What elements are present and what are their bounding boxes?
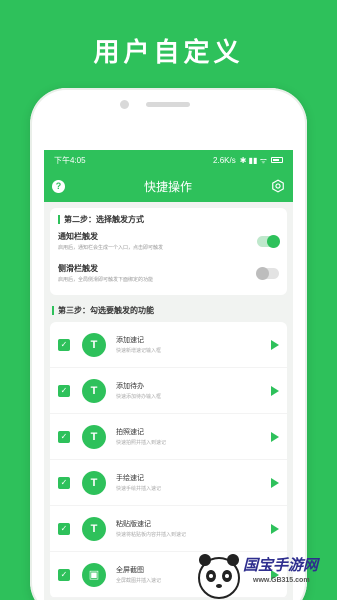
toggle-knob — [256, 266, 269, 280]
section-marker — [58, 215, 60, 224]
checkbox-checked[interactable]: ✓ — [58, 338, 70, 351]
note-icon: T — [82, 516, 106, 541]
function-row[interactable]: ✓ T 添加速记快速新增速记输入框 — [50, 322, 287, 368]
function-desc: 快速添加待办输入框 — [116, 394, 162, 400]
trigger-method-card: 第二步：选择触发方式 通知栏触发 启用后，通知栏会生成一个入口，点击即可触发 侧… — [50, 208, 287, 295]
hero-title: 用户自定义 — [93, 37, 244, 67]
option-notification[interactable]: 通知栏触发 启用后，通知栏会生成一个入口，点击即可触发 — [58, 225, 280, 257]
step3-title: 第三步：勾选要触发的功能 — [44, 295, 293, 322]
function-title: 拍照速记 — [116, 429, 144, 436]
option-desc: 启用后，通知栏会生成一个入口，点击即可触发 — [58, 245, 164, 251]
toggle-knob — [267, 234, 280, 248]
note-icon: T — [82, 332, 106, 357]
function-desc: 快速将粘贴板内容并插入到速记 — [116, 532, 187, 538]
checkbox-checked[interactable]: ✓ — [58, 522, 70, 535]
status-bar: 下午4:05 2.6K/s ✱ ▮▮ ᯤ — [44, 150, 293, 170]
function-row[interactable]: ✓ T 粘贴版速记快速将粘贴板内容并插入到速记 — [50, 506, 287, 552]
function-title: 添加速记 — [116, 337, 144, 344]
notification-toggle[interactable] — [257, 234, 280, 248]
phone-screen: 下午4:05 2.6K/s ✱ ▮▮ ᯤ ? 快捷操作 第二步：选择触发方式 通… — [44, 150, 293, 600]
status-icons: ✱ ▮▮ ᯤ — [239, 155, 267, 165]
sidebar-toggle[interactable] — [256, 266, 279, 280]
note-icon: T — [82, 378, 106, 403]
play-icon[interactable] — [271, 339, 279, 350]
option-desc: 启用后，全局侧滑即可触发下面绑定的功能 — [58, 277, 154, 283]
page-title: 快捷操作 — [143, 179, 192, 194]
battery-icon — [271, 157, 283, 163]
gear-icon[interactable] — [271, 179, 285, 193]
function-desc: 快速新增速记输入框 — [116, 348, 162, 354]
function-title: 手绘速记 — [116, 475, 144, 482]
option-sidebar[interactable]: 侧滑栏触发 启用后，全局侧滑即可触发下面绑定的功能 — [58, 257, 279, 289]
section-marker — [52, 306, 54, 315]
status-time: 下午4:05 — [54, 155, 86, 165]
network-speed: 2.6K/s — [213, 155, 236, 165]
help-icon[interactable]: ? — [52, 179, 65, 193]
checkbox-checked[interactable]: ✓ — [58, 430, 70, 443]
option-title: 通知栏触发 — [58, 232, 98, 241]
option-title: 侧滑栏触发 — [58, 264, 98, 273]
function-title: 粘贴版速记 — [116, 521, 151, 528]
function-desc: 快速手绘并插入速记 — [116, 486, 162, 492]
play-icon[interactable] — [271, 477, 279, 488]
checkbox-checked[interactable]: ✓ — [58, 384, 70, 397]
step2-title-text: 第二步：选择触发方式 — [64, 215, 144, 224]
front-camera — [120, 100, 129, 109]
watermark-url: www.GB315.com — [253, 577, 310, 584]
play-icon[interactable] — [271, 523, 279, 534]
note-icon: T — [82, 424, 106, 449]
watermark-brand: 国宝手游网 — [243, 557, 319, 574]
function-row[interactable]: ✓ T 手绘速记快速手绘并插入速记 — [50, 460, 287, 506]
function-row[interactable]: ✓ T 拍照速记快速拍照并插入到速记 — [50, 414, 287, 460]
site-watermark: 国宝手游网 www.GB315.com — [197, 548, 337, 600]
panda-logo-icon — [198, 554, 240, 599]
checkbox-checked[interactable]: ✓ — [58, 568, 70, 581]
step3-title-text: 第三步：勾选要触发的功能 — [58, 306, 154, 315]
status-right: 2.6K/s ✱ ▮▮ ᯤ — [213, 155, 283, 166]
play-icon[interactable] — [271, 431, 279, 442]
play-icon[interactable] — [271, 385, 279, 396]
app-bar: ? 快捷操作 — [44, 170, 293, 202]
function-row[interactable]: ✓ T 添加待办快速添加待办输入框 — [50, 368, 287, 414]
screenshot-icon: ▣ — [82, 562, 106, 587]
note-icon: T — [82, 470, 106, 495]
checkbox-checked[interactable]: ✓ — [58, 476, 70, 489]
earpiece-speaker — [146, 102, 190, 107]
function-desc: 快速拍照并插入到速记 — [116, 440, 167, 446]
step2-title: 第二步：选择触发方式 — [58, 214, 279, 225]
function-title: 添加待办 — [116, 383, 144, 390]
phone-frame: 下午4:05 2.6K/s ✱ ▮▮ ᯤ ? 快捷操作 第二步：选择触发方式 通… — [30, 88, 307, 600]
